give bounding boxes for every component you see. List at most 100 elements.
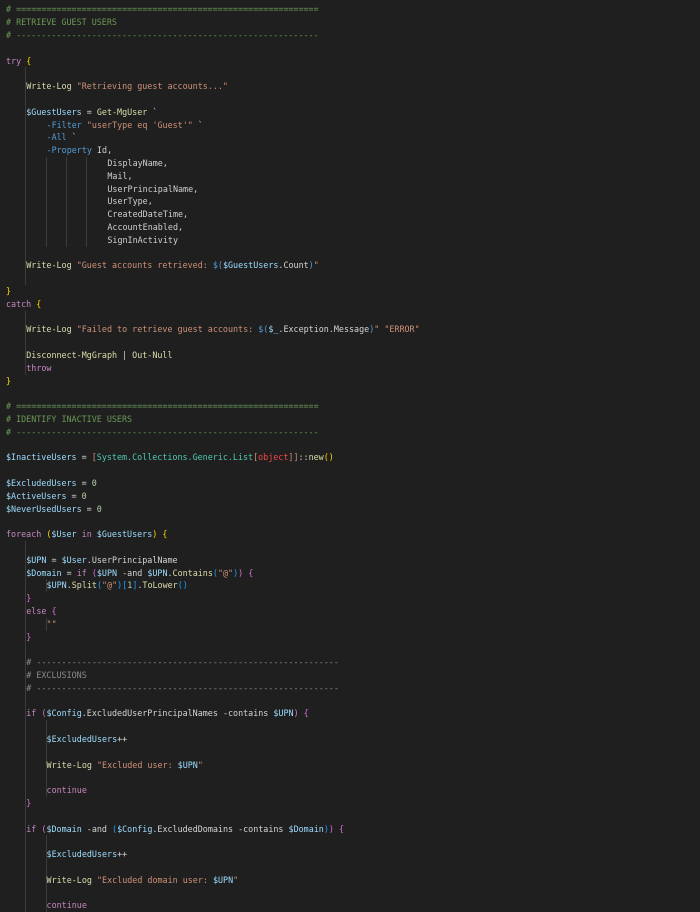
code-line: Write-Log "Guest accounts retrieved: $($… — [26, 259, 319, 272]
code-token: Write-Log — [26, 81, 72, 92]
code-line: # EXCLUSIONS — [26, 669, 87, 682]
code-line: $ExcludedUsers++ — [47, 848, 128, 861]
code-token: "Guest accounts retrieved: — [76, 260, 213, 271]
code-token: $Config — [117, 823, 153, 834]
code-token: } — [6, 286, 12, 296]
code-token: DisplayName, — [107, 158, 168, 168]
code-token: { — [248, 567, 254, 578]
code-token: -All — [46, 132, 67, 143]
code-token: ]] — [288, 452, 299, 463]
code-line: # --------------------------------------… — [26, 682, 339, 695]
code-token: $InactiveUsers — [6, 452, 77, 463]
code-token: 0 — [96, 503, 102, 514]
code-token: 0 — [81, 490, 87, 501]
code-token: UserType, — [107, 196, 153, 207]
code-token: in — [81, 529, 92, 540]
code-token: } — [26, 593, 32, 604]
code-line: $InactiveUsers = [System.Collections.Gen… — [6, 451, 334, 464]
code-line: if ($Config.ExcludedUserPrincipalNames -… — [26, 707, 308, 720]
code-token: Exception.Message — [283, 324, 370, 335]
code-line: # --------------------------------------… — [26, 656, 339, 669]
code-token: = — [81, 503, 97, 514]
code-token: # --------------------------------------… — [26, 682, 339, 693]
code-token: $Domain — [46, 823, 82, 834]
code-token: Disconnect-MgGraph — [26, 350, 118, 360]
code-token: "@" — [102, 580, 118, 591]
code-token: ` — [147, 106, 158, 117]
code-token: | — [117, 350, 133, 360]
code-token: "ERROR" — [384, 324, 420, 335]
code-token: } — [26, 798, 32, 808]
code-token: UserPrincipalName, — [107, 183, 199, 194]
code-token: # RETRIEVE GUEST USERS — [6, 17, 117, 28]
code-token: " — [233, 874, 239, 885]
code-token: $UPN — [96, 567, 118, 578]
code-token: Split — [71, 580, 97, 591]
code-token: $NeverUsedUsers — [6, 503, 82, 514]
indent-guide — [45, 157, 47, 247]
code-token: "Excluded user: — [96, 759, 178, 770]
code-token: $UPN — [212, 874, 234, 885]
code-token: $UPN — [46, 580, 67, 591]
code-line: try { — [6, 55, 31, 68]
code-line: # RETRIEVE GUEST USERS — [6, 16, 117, 29]
code-line: } — [6, 285, 11, 298]
code-line: else { — [26, 605, 56, 618]
code-token: System.Collections.Generic.List — [96, 452, 254, 463]
code-token: foreach — [6, 529, 42, 540]
code-line: -All ` — [47, 131, 77, 144]
code-token: $( — [258, 324, 269, 335]
code-line: Disconnect-MgGraph | Out-Null — [26, 349, 172, 362]
code-line: -Property Id, — [47, 144, 113, 157]
code-line: catch { — [6, 298, 41, 311]
code-token: $UPN — [147, 567, 168, 578]
code-token: ExcludedDomains — [157, 823, 234, 834]
code-token: " — [197, 759, 203, 770]
code-line: $UPN.Split("@")[1].ToLower() — [47, 579, 188, 592]
code-token: $ExcludedUsers — [46, 849, 118, 860]
code-line: SignInActivity — [107, 234, 178, 247]
code-editor[interactable]: # ======================================… — [0, 0, 700, 912]
code-token: $User — [61, 554, 87, 565]
code-token: $Domain — [288, 823, 324, 834]
code-token: try — [6, 55, 22, 66]
code-line: Write-Log "Failed to retrieve guest acco… — [26, 323, 419, 336]
code-token: # IDENTIFY INACTIVE USERS — [6, 414, 133, 424]
code-token: Id, — [91, 145, 113, 156]
code-line: Write-Log "Excluded domain user: $UPN" — [47, 874, 239, 887]
code-token: { — [162, 529, 168, 540]
code-line: Mail, — [107, 170, 132, 183]
indent-guide — [65, 157, 67, 247]
code-line: throw — [26, 362, 51, 375]
code-token: 0 — [91, 478, 97, 488]
code-line: AccountEnabled, — [107, 221, 183, 234]
code-token: $User — [51, 529, 77, 540]
code-line: # ======================================… — [6, 400, 319, 413]
code-token: continue — [46, 785, 87, 796]
code-token: = — [46, 554, 62, 565]
code-token: if — [26, 823, 37, 834]
code-line: $ExcludedUsers = 0 — [6, 477, 97, 490]
code-token: { — [51, 606, 57, 616]
code-line: # --------------------------------------… — [6, 29, 319, 42]
code-line: Write-Log "Excluded user: $UPN" — [47, 759, 203, 772]
code-line: $GuestUsers = Get-MgUser ` — [26, 106, 157, 119]
code-token: Write-Log — [46, 874, 92, 885]
code-token: # EXCLUSIONS — [26, 670, 87, 680]
code-token: Write-Log — [26, 260, 72, 271]
code-token: () — [177, 580, 188, 591]
code-token: if — [76, 567, 87, 578]
code-token: # ======================================… — [6, 401, 319, 412]
code-token: Mail, — [107, 170, 133, 181]
code-token: Write-Log — [46, 759, 92, 770]
code-token: ` — [66, 132, 77, 143]
code-line: $ActiveUsers = 0 — [6, 490, 87, 503]
code-line: # ======================================… — [6, 3, 319, 16]
code-line: if ($Domain -and ($Config.ExcludedDomain… — [26, 823, 344, 836]
code-token: SignInActivity — [107, 234, 178, 245]
code-token: # --------------------------------------… — [6, 426, 319, 437]
code-token: throw — [26, 362, 52, 373]
code-line: CreatedDateTime, — [107, 208, 188, 221]
code-token: = — [81, 106, 97, 117]
code-token: # --------------------------------------… — [6, 30, 319, 40]
